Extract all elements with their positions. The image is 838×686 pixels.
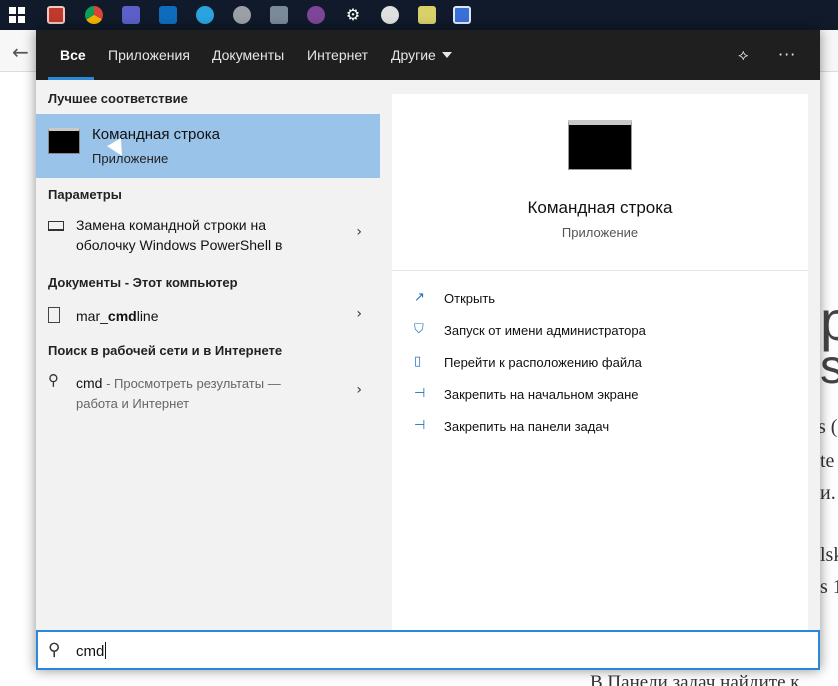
bg-text-fragment: lsk [820,544,838,566]
photos-icon[interactable] [270,6,288,24]
chrome-icon[interactable] [85,6,103,24]
action-run-as-admin[interactable]: ⛉ Запуск от имени администратора [414,320,794,344]
action-open-file-location-label: Перейти к расположению файла [444,355,642,370]
tab-apps[interactable]: Приложения [108,47,190,63]
notepad-icon[interactable] [418,6,436,24]
search-input[interactable]: cmd [76,642,107,660]
chevron-right-icon[interactable]: › [356,382,362,398]
search-filter-bar: Все Приложения Документы Интернет Другие… [36,30,820,80]
bg-text-fragment: s 1 [820,576,838,598]
web-search-heading: Поиск в рабочей сети и в Интернете [48,343,283,358]
best-match-heading: Лучшее соответствие [48,91,188,106]
web-result-desc2: работа и Интернет [76,396,190,411]
outlook-icon[interactable] [159,6,177,24]
bg-text-fragment: te [820,450,835,472]
best-match-item[interactable]: Командная строка Приложение [36,114,380,178]
search-icon: ⚲ [48,371,59,389]
pin-icon: ⊣ [414,386,426,401]
doc-name-suffix: line [136,308,159,324]
search-input-value: cmd [76,643,105,660]
text-caret [105,642,107,659]
documents-heading: Документы - Этот компьютер [48,275,238,290]
web-result-line1: cmd - Просмотреть результаты — [76,373,281,394]
start-search-panel: Все Приложения Документы Интернет Другие… [36,30,820,670]
feedback-icon[interactable]: ⟡ [738,45,749,65]
command-prompt-large-icon [568,120,632,170]
bg-text-fragment: и. [820,482,836,504]
action-run-as-admin-label: Запуск от имени администратора [444,323,646,338]
preview-title: Командная строка [527,198,673,217]
chevron-right-icon[interactable]: › [356,224,362,240]
dropdown-triangle-icon [441,52,452,58]
preview-subtitle: Приложение [561,225,639,240]
shield-icon: ⛉ [414,322,424,337]
document-result-item[interactable]: mar_cmdline › [36,302,380,334]
taskbar: ⚙ [0,0,838,30]
settings-result-line2: оболочку Windows PowerShell в [76,237,283,253]
paint-icon[interactable] [381,6,399,24]
command-prompt-icon [48,128,80,154]
bg-bottom-text: В Панели задач найдите к [590,672,800,686]
search-icon: ⚲ [48,640,61,660]
settings-result-item[interactable]: Замена командной строки на оболочку Wind… [36,214,380,264]
chevron-right-icon[interactable]: › [356,306,362,322]
preview-pane: Командная строка Приложение ↗ Открыть ⛉ … [392,94,808,630]
file-icon [48,307,60,323]
telegram-icon[interactable] [196,6,214,24]
action-pin-to-start[interactable]: ⊣ Закрепить на начальном экране [414,384,794,408]
results-list: Лучшее соответствие Командная строка При… [36,80,380,630]
more-options-icon[interactable]: ··· [778,45,796,64]
action-pin-to-taskbar-label: Закрепить на панели задач [444,419,610,434]
doc-name-prefix: mar_ [76,308,108,324]
web-search-result-item[interactable]: ⚲ cmd - Просмотреть результаты — работа … [36,370,380,418]
action-open-label: Открыть [444,291,496,306]
tab-documents[interactable]: Документы [212,47,284,63]
doc-name-bold: cmd [107,308,137,324]
settings-result-line1: Замена командной строки на [76,217,267,233]
file-location-icon: ▯ [414,354,422,369]
pin-icon: ⊣ [414,418,426,433]
bg-text-fragment: s ( [818,416,838,438]
document-result-name: mar_cmdline [76,306,159,326]
action-open-file-location[interactable]: ▯ Перейти к расположению файла [414,352,794,376]
search-box[interactable]: ⚲ cmd [36,630,820,670]
action-pin-to-taskbar[interactable]: ⊣ Закрепить на панели задач [414,416,794,440]
bg-text-fragment: s [820,341,838,394]
back-arrow-icon[interactable]: ← [12,40,29,64]
web-result-query: cmd [76,375,103,391]
open-icon: ↗ [414,290,425,305]
action-pin-to-start-label: Закрепить на начальном экране [444,387,639,402]
tab-more[interactable]: Другие [391,47,452,63]
tab-web[interactable]: Интернет [307,47,368,63]
elephant-icon[interactable] [233,6,251,24]
teams-icon[interactable] [122,6,140,24]
settings-heading: Параметры [48,187,122,202]
action-open[interactable]: ↗ Открыть [414,288,794,312]
best-match-title: Командная строка [92,126,220,143]
preview-divider [392,270,808,271]
tab-more-label: Другие [391,47,436,63]
tab-all[interactable]: Все [60,47,86,63]
keyboard-icon [48,221,64,231]
tb-app-red-icon[interactable] [47,6,65,24]
windows-start-icon[interactable] [9,7,25,23]
app-blue-icon[interactable] [453,6,471,24]
web-result-desc1: - Просмотреть результаты — [102,376,281,391]
settings-gear-icon[interactable]: ⚙ [344,6,362,24]
tor-icon[interactable] [307,6,325,24]
best-match-subtitle: Приложение [92,151,169,166]
